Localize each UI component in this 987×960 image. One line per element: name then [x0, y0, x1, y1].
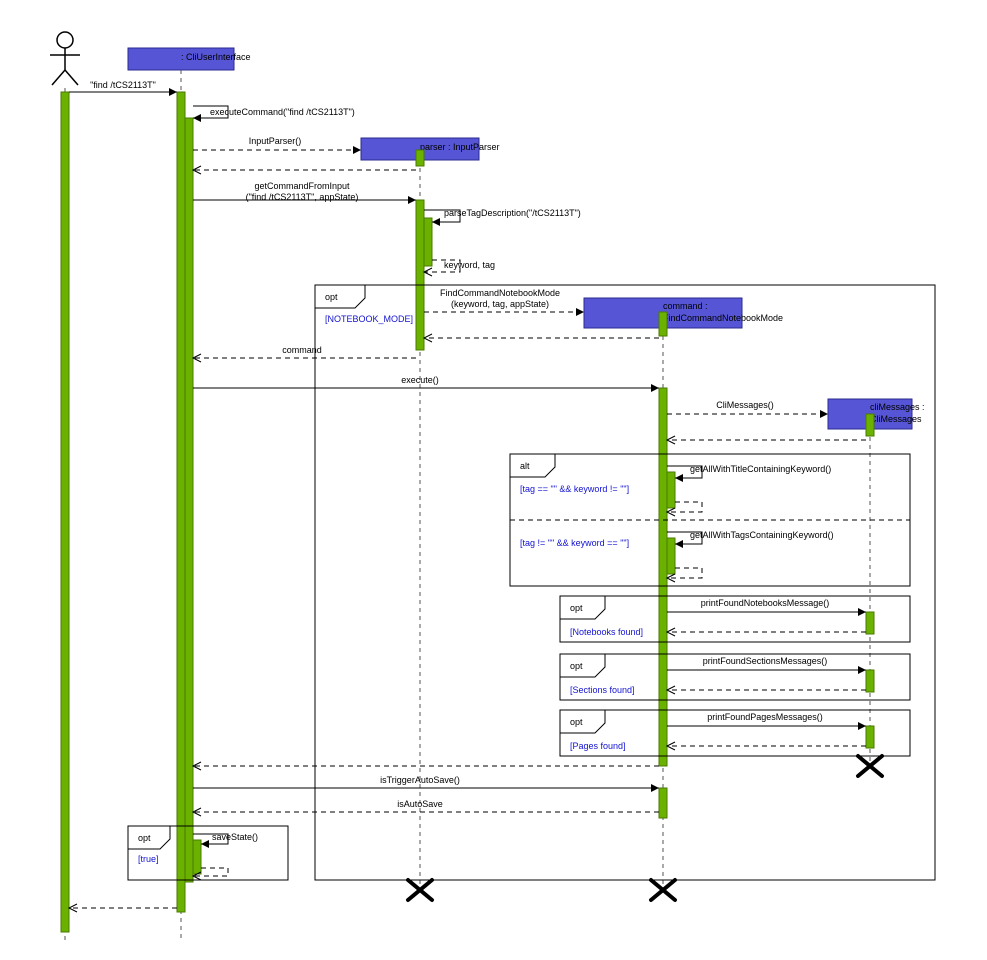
return-to-actor — [69, 904, 177, 912]
svg-text:FindCommandNotebookMode: FindCommandNotebookMode — [440, 288, 560, 298]
svg-text:opt: opt — [570, 603, 583, 613]
msg-parseTagDescription: parseTagDescription("/tCS2113T") — [424, 208, 581, 226]
return-InputParser — [193, 166, 416, 174]
svg-text:"find /tCS2113T": "find /tCS2113T" — [90, 80, 156, 90]
cli-activation-main — [177, 92, 185, 912]
svg-text:FindCommandNotebookMode: FindCommandNotebookMode — [663, 313, 783, 323]
svg-text:saveState(): saveState() — [212, 832, 258, 842]
svg-text:("find /tCS2113T", appState): ("find /tCS2113T", appState) — [246, 192, 359, 202]
svg-text:isAutoSave: isAutoSave — [397, 799, 443, 809]
msg-CliMessages: CliMessages() — [667, 400, 828, 418]
msg-getAllWithTags: getAllWithTagsContainingKeyword() — [667, 530, 834, 582]
msg-printFoundPages: printFoundPagesMessages() — [667, 712, 866, 750]
msgs-activation-pg — [866, 726, 874, 748]
cmd-activation-autosave — [659, 788, 667, 818]
svg-text:[true]: [true] — [138, 854, 159, 864]
svg-text:executeCommand("find /tCS2113T: executeCommand("find /tCS2113T") — [210, 107, 355, 117]
svg-text:parseTagDescription("/tCS2113T: parseTagDescription("/tCS2113T") — [444, 208, 581, 218]
msg-executeCommand: executeCommand("find /tCS2113T") — [193, 106, 355, 122]
return-command: command — [193, 345, 416, 362]
msg-printFoundNotebooks: printFoundNotebooksMessage() — [667, 598, 866, 636]
svg-text:InputParser(): InputParser() — [249, 136, 302, 146]
svg-text:getAllWithTitleContainingKeywo: getAllWithTitleContainingKeyword() — [690, 464, 831, 474]
svg-text:getCommandFromInput: getCommandFromInput — [254, 181, 350, 191]
svg-text:[Notebooks found]: [Notebooks found] — [570, 627, 643, 637]
msgs-activation-ctor — [866, 414, 874, 436]
actor-lifeline-head — [50, 32, 80, 85]
svg-text:[tag == "" && keyword != ""]: [tag == "" && keyword != ""] — [520, 484, 629, 494]
parser-lifeline-head: parser : InputParser — [361, 138, 500, 160]
svg-text:command :: command : — [663, 301, 708, 311]
cmd-activation-ctor — [659, 312, 667, 336]
svg-text:[NOTEBOOK_MODE]: [NOTEBOOK_MODE] — [325, 314, 413, 324]
svg-text:getAllWithTagsContainingKeywor: getAllWithTagsContainingKeyword() — [690, 530, 834, 540]
cmd-activation-self1 — [667, 472, 675, 508]
svg-text:printFoundPagesMessages(): printFoundPagesMessages() — [707, 712, 823, 722]
svg-text:alt: alt — [520, 461, 530, 471]
actor-activation — [61, 92, 69, 932]
msg-saveState: saveState() — [193, 832, 258, 880]
msg-isTriggerAutoSave: isTriggerAutoSave() — [193, 775, 659, 792]
return-FindCommandNotebookMode — [424, 334, 659, 342]
svg-text:opt: opt — [325, 292, 338, 302]
msg-find: "find /tCS2113T" — [69, 80, 177, 96]
svg-text:CliMessages: CliMessages — [870, 414, 922, 424]
msgs-activation-sec — [866, 670, 874, 692]
svg-text:printFoundNotebooksMessage(): printFoundNotebooksMessage() — [701, 598, 830, 608]
svg-text:printFoundSectionsMessages(): printFoundSectionsMessages() — [703, 656, 828, 666]
parser-activation-parsetag — [424, 218, 432, 266]
return-isAutoSave: isAutoSave — [193, 799, 659, 816]
svg-text:execute(): execute() — [401, 375, 439, 385]
svg-text:: CliUserInterface: : CliUserInterface — [181, 52, 251, 62]
svg-text:command: command — [282, 345, 322, 355]
cli-activation-exec — [185, 118, 193, 882]
cmd-activation-exec — [659, 388, 667, 766]
svg-text:parser : InputParser: parser : InputParser — [420, 142, 500, 152]
return-CliMessages — [667, 436, 866, 444]
msg-getAllWithTitle: getAllWithTitleContainingKeyword() — [667, 464, 831, 516]
climessages-lifeline-head: cliMessages : CliMessages — [828, 399, 925, 429]
command-lifeline-head: command : FindCommandNotebookMode — [584, 298, 783, 328]
parser-activation-getcmd — [416, 200, 424, 350]
return-execute — [193, 762, 659, 770]
msg-InputParser: InputParser() — [193, 136, 361, 154]
svg-text:(keyword, tag, appState): (keyword, tag, appState) — [451, 299, 549, 309]
cmd-activation-self2 — [667, 538, 675, 574]
svg-text:[Sections found]: [Sections found] — [570, 685, 635, 695]
parser-activation-ctor — [416, 150, 424, 166]
cli-lifeline-head: : CliUserInterface — [128, 48, 251, 70]
msg-getCommandFromInput: getCommandFromInput ("find /tCS2113T", a… — [193, 181, 416, 204]
svg-text:opt: opt — [570, 717, 583, 727]
msg-execute: execute() — [193, 375, 659, 392]
return-keyword-tag: keyword, tag — [424, 260, 495, 276]
cli-activation-save — [193, 840, 201, 874]
svg-text:isTriggerAutoSave(): isTriggerAutoSave() — [380, 775, 460, 785]
msg-printFoundSections: printFoundSectionsMessages() — [667, 656, 866, 694]
svg-text:CliMessages(): CliMessages() — [716, 400, 774, 410]
svg-text:opt: opt — [570, 661, 583, 671]
msg-FindCommandNotebookMode: FindCommandNotebookMode (keyword, tag, a… — [424, 288, 584, 316]
msgs-activation-nb — [866, 612, 874, 634]
svg-text:cliMessages :: cliMessages : — [870, 402, 925, 412]
svg-text:opt: opt — [138, 833, 151, 843]
svg-text:[tag != "" && keyword == ""]: [tag != "" && keyword == ""] — [520, 538, 629, 548]
svg-text:[Pages found]: [Pages found] — [570, 741, 626, 751]
svg-text:keyword, tag: keyword, tag — [444, 260, 495, 270]
